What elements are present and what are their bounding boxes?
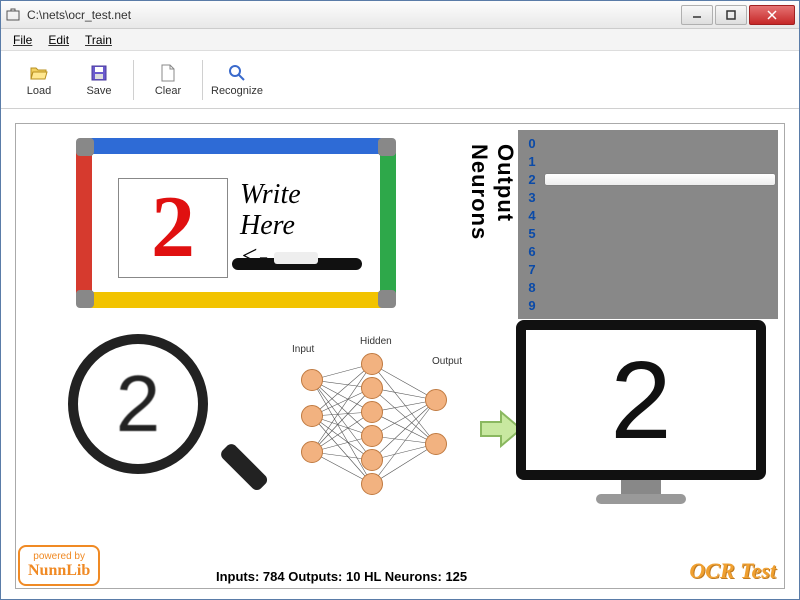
output-neurons-panel: 0 1 2 3 4 5 6 7 8 9 <box>518 130 778 319</box>
neuron-id: 1 <box>522 154 542 169</box>
menu-edit[interactable]: Edit <box>40 30 77 50</box>
output-neurons-label: Output Neurons <box>466 144 518 314</box>
sampled-digit: 2 <box>116 358 161 450</box>
neuron-bar <box>542 262 774 277</box>
neuron-row: 1 <box>522 153 774 170</box>
toolbar-separator <box>133 60 134 100</box>
neuron-bar <box>542 226 774 241</box>
clear-button[interactable]: Clear <box>138 56 198 104</box>
folder-open-icon <box>29 63 49 83</box>
neuron-id: 6 <box>522 244 542 259</box>
titlebar: C:\nets\ocr_test.net <box>1 1 799 29</box>
neuron-bar <box>542 190 774 205</box>
window-title: C:\nets\ocr_test.net <box>27 8 679 22</box>
menubar: File Edit Train <box>1 29 799 51</box>
neuron-row: 3 <box>522 189 774 206</box>
network-stats: Inputs: 784 Outputs: 10 HL Neurons: 125 <box>216 569 467 584</box>
neuron-id: 4 <box>522 208 542 223</box>
neuron-row: 8 <box>522 279 774 296</box>
neuron-bar <box>542 280 774 295</box>
close-button[interactable] <box>749 5 795 25</box>
magnifier-icon <box>227 63 247 83</box>
neuron-row: 6 <box>522 243 774 260</box>
neuron-id: 5 <box>522 226 542 241</box>
save-icon <box>89 63 109 83</box>
save-button[interactable]: Save <box>69 56 129 104</box>
load-button[interactable]: Load <box>9 56 69 104</box>
recognize-button[interactable]: Recognize <box>207 56 267 104</box>
nn-diagram: Input Hidden Output <box>276 344 476 504</box>
drawn-digit: 2 <box>151 188 195 267</box>
result-monitor: 2 <box>506 320 776 520</box>
neuron-id: 2 <box>522 172 542 187</box>
neuron-bar <box>542 298 774 313</box>
neuron-id: 8 <box>522 280 542 295</box>
document-icon <box>158 63 178 83</box>
neuron-id: 7 <box>522 262 542 277</box>
neuron-bar <box>542 154 774 169</box>
canvas-area: 2 Write Here <- Output Neurons 0 1 2 3 4 5 6 7 8… <box>15 123 785 589</box>
neuron-row: 9 <box>522 297 774 314</box>
marker-icon <box>232 258 362 270</box>
maximize-button[interactable] <box>715 5 747 25</box>
menu-file[interactable]: File <box>5 30 40 50</box>
neuron-bar <box>542 244 774 259</box>
neuron-bar <box>542 172 774 187</box>
app-icon <box>5 7 21 23</box>
toolbar: Load Save Clear Recognize <box>1 51 799 109</box>
neuron-row: 2 <box>522 171 774 188</box>
powered-by-badge: powered by NunnLib <box>18 545 100 586</box>
result-digit: 2 <box>610 337 671 464</box>
neuron-row: 0 <box>522 135 774 152</box>
draw-input-area[interactable]: 2 <box>118 178 228 278</box>
app-brand: OCR Test <box>689 558 776 584</box>
whiteboard: 2 Write Here <- <box>76 138 396 308</box>
neuron-id: 0 <box>522 136 542 151</box>
menu-train[interactable]: Train <box>77 30 120 50</box>
sample-magnifier: 2 <box>68 334 248 514</box>
neuron-row: 5 <box>522 225 774 242</box>
neuron-row: 4 <box>522 207 774 224</box>
toolbar-separator <box>202 60 203 100</box>
neuron-bar <box>542 136 774 151</box>
neuron-id: 3 <box>522 190 542 205</box>
app-window: C:\nets\ocr_test.net File Edit Train Loa… <box>0 0 800 600</box>
minimize-button[interactable] <box>681 5 713 25</box>
neuron-id: 9 <box>522 298 542 313</box>
neuron-row: 7 <box>522 261 774 278</box>
content-area: 2 Write Here <- Output Neurons 0 1 2 3 4 5 6 7 8… <box>1 109 799 599</box>
neuron-bar <box>542 208 774 223</box>
